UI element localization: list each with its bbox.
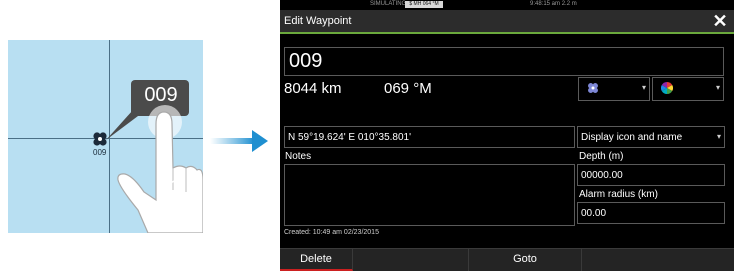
notes-textarea[interactable] bbox=[284, 164, 575, 226]
color-select-dropdown[interactable]: ▾ bbox=[652, 77, 724, 101]
waypoint-name-input[interactable]: 009 bbox=[284, 47, 724, 76]
display-option-value: Display icon and name bbox=[581, 132, 683, 143]
color-wheel-icon bbox=[661, 82, 673, 94]
status-bar: SIMULATING... $ MH 064 °M 9:48:15 am 2.2… bbox=[280, 0, 734, 10]
edit-waypoint-dialog: SIMULATING... $ MH 064 °M 9:48:15 am 2.2… bbox=[280, 0, 734, 271]
distance-readout: 8044 km bbox=[284, 80, 342, 97]
display-option-dropdown[interactable]: Display icon and name ▾ bbox=[577, 126, 725, 148]
position-field[interactable]: N 59°19.624' E 010°35.801' bbox=[284, 126, 575, 148]
chevron-down-icon: ▾ bbox=[716, 132, 721, 141]
dialog-titlebar: Edit Waypoint ✕ bbox=[280, 10, 734, 34]
map-illustration: 009 009 x1 bbox=[8, 40, 203, 233]
delete-button[interactable]: Delete bbox=[280, 249, 353, 271]
waypoint-name-value: 009 bbox=[289, 50, 323, 72]
depth-label: Depth (m) bbox=[579, 151, 624, 162]
depth-value: 00000.00 bbox=[581, 170, 623, 181]
tap-hand-icon bbox=[117, 105, 203, 233]
created-timestamp: Created: 10:49 am 02/23/2015 bbox=[284, 229, 379, 236]
goto-button[interactable]: Goto bbox=[468, 249, 582, 271]
close-button[interactable]: ✕ bbox=[712, 11, 728, 31]
status-time: 9:48:15 am 2.2 m bbox=[530, 1, 577, 7]
alarm-radius-value: 00.00 bbox=[581, 208, 607, 219]
waypoint-symbol-icon bbox=[588, 83, 598, 93]
chevron-down-icon: ▾ bbox=[641, 83, 646, 92]
dialog-footer: Delete Goto bbox=[280, 248, 734, 271]
icon-select-dropdown[interactable]: ▾ bbox=[578, 77, 650, 101]
depth-input[interactable]: 00000.00 bbox=[577, 164, 725, 186]
notes-label: Notes bbox=[285, 151, 312, 162]
arrow-right-icon bbox=[210, 130, 268, 152]
position-value: N 59°19.624' E 010°35.801' bbox=[288, 132, 412, 143]
alarm-radius-input[interactable]: 00.00 bbox=[577, 202, 725, 224]
chevron-down-icon: ▾ bbox=[715, 83, 720, 92]
dialog-title: Edit Waypoint bbox=[284, 15, 352, 27]
close-icon: ✕ bbox=[712, 11, 728, 31]
bearing-readout: 069 °M bbox=[384, 80, 432, 97]
heading-badge: $ MH 064 °M bbox=[405, 1, 443, 8]
alarm-radius-label: Alarm radius (km) bbox=[579, 189, 658, 200]
tap-count-label: x1 bbox=[159, 177, 181, 199]
